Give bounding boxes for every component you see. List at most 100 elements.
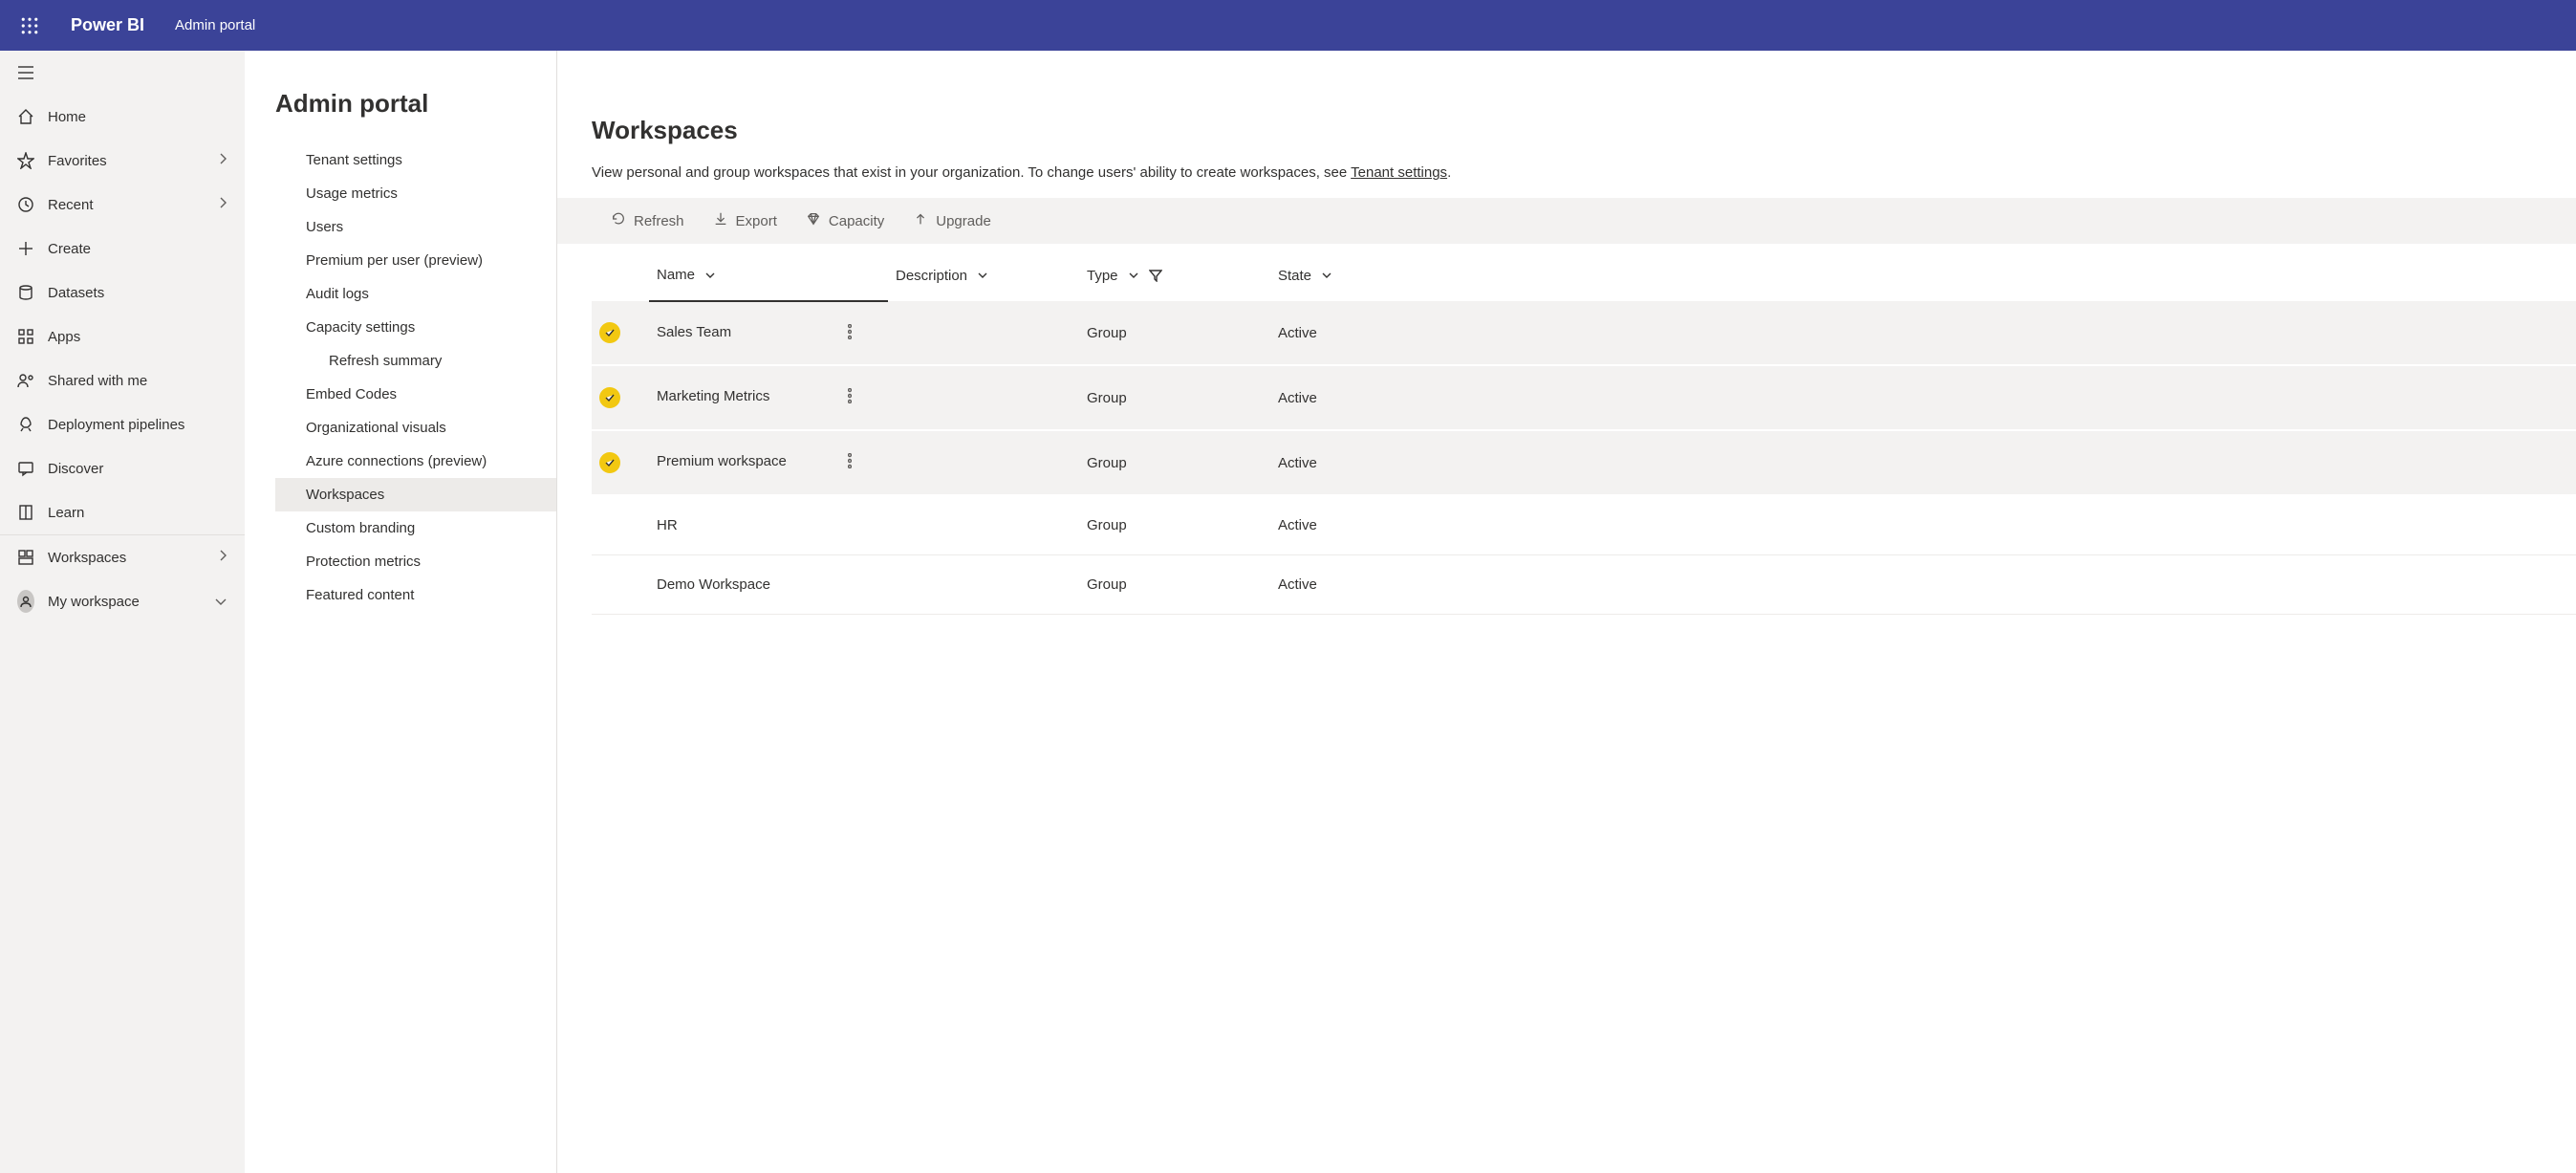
global-header: Power BI Admin portal	[0, 0, 2576, 51]
row-type: Group	[1079, 555, 1270, 615]
selected-check-icon[interactable]	[599, 387, 620, 408]
row-state: Active	[1270, 495, 2576, 555]
col-description[interactable]: Description	[888, 250, 1079, 301]
chevron-down-icon	[1321, 271, 1332, 280]
submenu-workspaces[interactable]: Workspaces	[275, 478, 556, 511]
submenu-capacity-settings[interactable]: Capacity settings	[275, 311, 556, 344]
chevron-right-icon	[218, 152, 227, 169]
submenu-protection-metrics[interactable]: Protection metrics	[275, 545, 556, 578]
row-name: Demo Workspace	[657, 576, 770, 593]
tenant-settings-link[interactable]: Tenant settings	[1351, 164, 1447, 181]
filter-icon[interactable]	[1149, 269, 1162, 282]
row-state: Active	[1270, 430, 2576, 495]
nav-learn[interactable]: Learn	[0, 490, 245, 534]
refresh-icon	[611, 211, 626, 230]
row-state: Active	[1270, 301, 2576, 365]
left-nav: Home Favorites Recent Create Datasets Ap…	[0, 51, 245, 1173]
chevron-right-icon	[218, 549, 227, 566]
export-button[interactable]: Export	[713, 211, 777, 230]
row-type: Group	[1079, 301, 1270, 365]
upgrade-label: Upgrade	[936, 213, 991, 229]
chevron-down-icon	[1128, 271, 1139, 280]
table-row[interactable]: Sales Team GroupActive	[592, 301, 2576, 365]
app-launcher-icon[interactable]	[13, 10, 46, 42]
table-row[interactable]: Marketing MetricsGroupActive	[592, 365, 2576, 430]
col-type[interactable]: Type	[1079, 250, 1270, 301]
page-title: Admin portal	[275, 89, 556, 119]
submenu-premium-per-user[interactable]: Premium per user (preview)	[275, 244, 556, 277]
portal-label: Admin portal	[175, 17, 255, 33]
upgrade-button[interactable]: Upgrade	[913, 211, 991, 230]
submenu-tenant-settings[interactable]: Tenant settings	[275, 143, 556, 177]
col-name[interactable]: Name	[649, 250, 888, 301]
submenu-azure-connections[interactable]: Azure connections (preview)	[275, 445, 556, 478]
table-row[interactable]: Premium workspaceGroupActive	[592, 430, 2576, 495]
download-icon	[713, 211, 728, 230]
nav-favorites-label: Favorites	[48, 153, 107, 169]
table-row[interactable]: HRGroupActive	[592, 495, 2576, 555]
export-label: Export	[736, 213, 777, 229]
row-name: Premium workspace	[657, 453, 787, 469]
submenu-custom-branding[interactable]: Custom branding	[275, 511, 556, 545]
selected-check-icon[interactable]	[599, 322, 620, 343]
nav-create[interactable]: Create	[0, 227, 245, 271]
database-icon	[17, 284, 34, 301]
home-icon	[17, 108, 34, 125]
nav-discover[interactable]: Discover	[0, 446, 245, 490]
content-description: View personal and group workspaces that …	[592, 164, 2576, 181]
row-description	[888, 555, 1079, 615]
row-state: Active	[1270, 365, 2576, 430]
nav-shared-label: Shared with me	[48, 373, 147, 389]
nav-shared[interactable]: Shared with me	[0, 358, 245, 402]
row-state: Active	[1270, 555, 2576, 615]
apps-icon	[17, 328, 34, 345]
nav-recent[interactable]: Recent	[0, 183, 245, 227]
row-type: Group	[1079, 365, 1270, 430]
hamburger-button[interactable]	[0, 51, 245, 95]
row-description	[888, 301, 1079, 365]
row-name: Sales Team	[657, 324, 731, 340]
row-description	[888, 430, 1079, 495]
more-options-icon[interactable]	[848, 453, 852, 472]
nav-pipelines[interactable]: Deployment pipelines	[0, 402, 245, 446]
submenu-usage-metrics[interactable]: Usage metrics	[275, 177, 556, 210]
chevron-down-icon	[977, 271, 988, 280]
desc-suffix: .	[1447, 164, 1451, 181]
more-options-icon[interactable]	[848, 388, 852, 407]
nav-myworkspace[interactable]: My workspace	[0, 579, 245, 623]
submenu-org-visuals[interactable]: Organizational visuals	[275, 411, 556, 445]
workspaces-table: Name Description Type State Sales Team Gr…	[592, 250, 2576, 615]
clock-icon	[17, 196, 34, 213]
plus-icon	[17, 240, 34, 257]
more-options-icon[interactable]	[848, 324, 852, 343]
chevron-down-icon	[704, 271, 716, 280]
admin-submenu: Tenant settings Usage metrics Users Prem…	[275, 143, 556, 612]
nav-workspaces[interactable]: Workspaces	[0, 535, 245, 579]
table-row[interactable]: Demo Workspace GroupActive	[592, 555, 2576, 615]
selected-check-icon[interactable]	[599, 452, 620, 473]
row-type: Group	[1079, 495, 1270, 555]
chevron-down-icon	[214, 594, 227, 610]
nav-learn-label: Learn	[48, 505, 84, 521]
nav-datasets-label: Datasets	[48, 285, 104, 301]
nav-home[interactable]: Home	[0, 95, 245, 139]
content-pane: Workspaces View personal and group works…	[557, 51, 2576, 1173]
refresh-button[interactable]: Refresh	[611, 211, 684, 230]
col-state[interactable]: State	[1270, 250, 2576, 301]
submenu-embed-codes[interactable]: Embed Codes	[275, 378, 556, 411]
submenu-refresh-summary[interactable]: Refresh summary	[275, 344, 556, 378]
capacity-button[interactable]: Capacity	[806, 211, 884, 230]
nav-datasets[interactable]: Datasets	[0, 271, 245, 315]
star-icon	[17, 152, 34, 169]
book-icon	[17, 504, 34, 521]
submenu-audit-logs[interactable]: Audit logs	[275, 277, 556, 311]
nav-favorites[interactable]: Favorites	[0, 139, 245, 183]
nav-workspaces-label: Workspaces	[48, 550, 126, 566]
desc-text: View personal and group workspaces that …	[592, 164, 1351, 181]
nav-apps[interactable]: Apps	[0, 315, 245, 358]
submenu-featured-content[interactable]: Featured content	[275, 578, 556, 612]
nav-home-label: Home	[48, 109, 86, 125]
nav-pipelines-label: Deployment pipelines	[48, 417, 184, 433]
workspace-toolbar: Refresh Export Capacity Upgrade	[557, 198, 2576, 244]
submenu-users[interactable]: Users	[275, 210, 556, 244]
